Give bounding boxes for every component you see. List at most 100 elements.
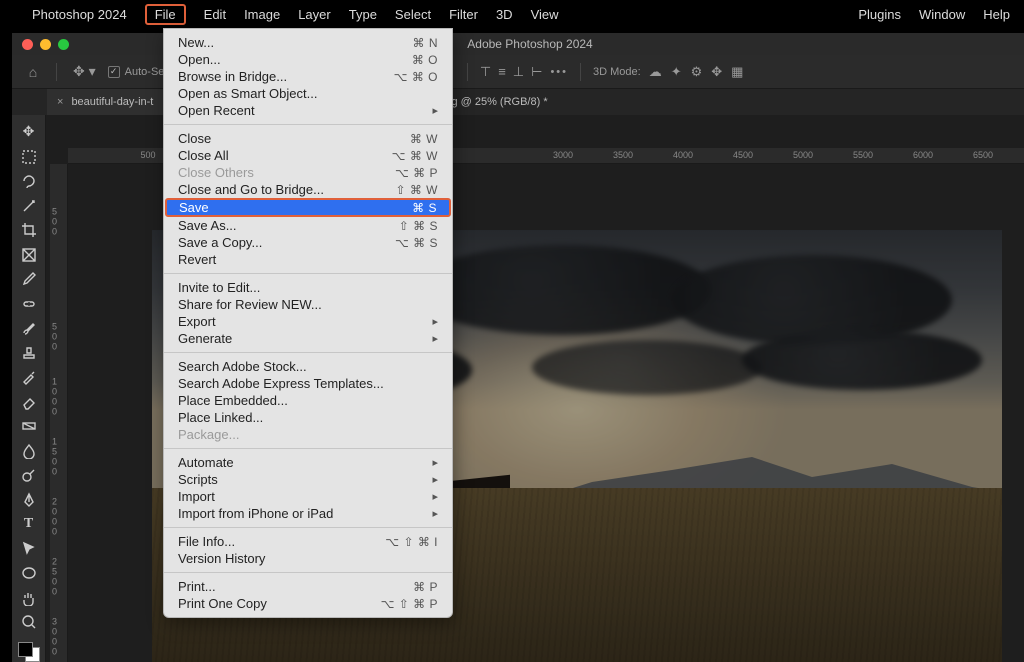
history-brush-tool[interactable] bbox=[16, 367, 42, 388]
menu-item-label: Generate bbox=[178, 331, 432, 346]
wand-tool[interactable] bbox=[16, 195, 42, 216]
ruler-tick: 0 bbox=[52, 468, 57, 477]
menu-item-print[interactable]: Print...⌘ P bbox=[164, 578, 452, 595]
menu-item-close[interactable]: Close⌘ W bbox=[164, 130, 452, 147]
menubar-item-image[interactable]: Image bbox=[244, 7, 280, 22]
menubar-app-name[interactable]: Photoshop 2024 bbox=[32, 7, 127, 22]
3d-camera-icon[interactable]: ▦ bbox=[731, 64, 743, 80]
menu-item-scripts[interactable]: Scripts▸ bbox=[164, 471, 452, 488]
submenu-arrow-icon: ▸ bbox=[432, 490, 438, 503]
lasso-tool[interactable] bbox=[16, 171, 42, 192]
move-tool-icon[interactable]: ✥ ▾ bbox=[69, 63, 100, 80]
menu-item-open-as-smart-object[interactable]: Open as Smart Object... bbox=[164, 85, 452, 102]
pen-tool[interactable] bbox=[16, 489, 42, 510]
frame-tool[interactable] bbox=[16, 244, 42, 265]
menu-item-save-as[interactable]: Save As...⇧ ⌘ S bbox=[164, 217, 452, 234]
stamp-tool[interactable] bbox=[16, 342, 42, 363]
menu-item-import-from-iphone-or-ipad[interactable]: Import from iPhone or iPad▸ bbox=[164, 505, 452, 522]
type-tool[interactable]: T bbox=[16, 514, 42, 535]
ruler-tick: 0 bbox=[52, 218, 57, 227]
ruler-tick: 5000 bbox=[793, 150, 813, 160]
align-vcenter-icon[interactable]: ≡ bbox=[498, 64, 506, 80]
document-tab[interactable]: × beautiful-day-in-t bbox=[47, 89, 163, 115]
menubar-item-help[interactable]: Help bbox=[983, 7, 1010, 22]
menu-item-generate[interactable]: Generate▸ bbox=[164, 330, 452, 347]
blur-tool[interactable] bbox=[16, 440, 42, 461]
menu-item-browse-in-bridge[interactable]: Browse in Bridge...⌥ ⌘ O bbox=[164, 68, 452, 85]
path-select-tool[interactable] bbox=[16, 538, 42, 559]
ruler-tick: 500 bbox=[140, 150, 155, 160]
hand-tool[interactable] bbox=[16, 587, 42, 608]
window-close-button[interactable] bbox=[22, 39, 33, 50]
menu-item-invite-to-edit[interactable]: Invite to Edit... bbox=[164, 279, 452, 296]
crop-tool[interactable] bbox=[16, 220, 42, 241]
more-options-icon[interactable]: ••• bbox=[550, 66, 568, 78]
menubar-item-edit[interactable]: Edit bbox=[204, 7, 226, 22]
menu-item-shortcut: ⌘ N bbox=[413, 36, 439, 50]
menu-item-close-and-go-to-bridge[interactable]: Close and Go to Bridge...⇧ ⌘ W bbox=[164, 181, 452, 198]
ruler-tick: 0 bbox=[52, 508, 57, 517]
3d-pan-icon[interactable]: ✥ bbox=[711, 64, 722, 80]
menu-item-save-a-copy[interactable]: Save a Copy...⌥ ⌘ S bbox=[164, 234, 452, 251]
menu-item-version-history[interactable]: Version History bbox=[164, 550, 452, 567]
menu-item-automate[interactable]: Automate▸ bbox=[164, 454, 452, 471]
move-tool[interactable]: ✥ bbox=[16, 121, 42, 142]
close-tab-icon[interactable]: × bbox=[57, 96, 63, 108]
menubar-item-3d[interactable]: 3D bbox=[496, 7, 513, 22]
window-maximize-button[interactable] bbox=[58, 39, 69, 50]
marquee-tool[interactable] bbox=[16, 146, 42, 167]
menubar-item-plugins[interactable]: Plugins bbox=[858, 7, 901, 22]
dodge-tool[interactable] bbox=[16, 465, 42, 486]
ruler-tick: 0 bbox=[52, 578, 57, 587]
brush-tool[interactable] bbox=[16, 318, 42, 339]
eraser-tool[interactable] bbox=[16, 391, 42, 412]
menubar-item-type[interactable]: Type bbox=[349, 7, 377, 22]
menu-item-open-recent[interactable]: Open Recent▸ bbox=[164, 102, 452, 119]
window-minimize-button[interactable] bbox=[40, 39, 51, 50]
3d-orbit-icon[interactable]: ☁ bbox=[649, 64, 662, 80]
3d-rotate-icon[interactable]: ✦ bbox=[671, 64, 682, 80]
ruler-tick: 0 bbox=[52, 228, 57, 237]
menu-item-label: Browse in Bridge... bbox=[178, 69, 394, 84]
menubar-item-filter[interactable]: Filter bbox=[449, 7, 478, 22]
shape-tool[interactable] bbox=[16, 563, 42, 584]
menubar-item-select[interactable]: Select bbox=[395, 7, 431, 22]
menubar-item-layer[interactable]: Layer bbox=[298, 7, 331, 22]
menubar-item-view[interactable]: View bbox=[531, 7, 559, 22]
menu-item-search-adobe-express-templates[interactable]: Search Adobe Express Templates... bbox=[164, 375, 452, 392]
heal-tool[interactable] bbox=[16, 293, 42, 314]
auto-select-checkbox[interactable]: ✓Auto-Sel bbox=[108, 66, 167, 78]
menu-item-share-for-review-new[interactable]: Share for Review NEW... bbox=[164, 296, 452, 313]
align-buttons[interactable]: ⊤ ≡ ⊥ ⊢ bbox=[480, 64, 543, 80]
color-swatch[interactable] bbox=[18, 642, 40, 662]
menu-item-close-all[interactable]: Close All⌥ ⌘ W bbox=[164, 147, 452, 164]
align-left-icon[interactable]: ⊢ bbox=[531, 64, 542, 80]
ruler-tick: 4000 bbox=[673, 150, 693, 160]
align-top-icon[interactable]: ⊤ bbox=[480, 64, 491, 80]
menu-item-file-info[interactable]: File Info...⌥ ⇧ ⌘ I bbox=[164, 533, 452, 550]
gradient-tool[interactable] bbox=[16, 416, 42, 437]
menu-item-save[interactable]: Save⌘ S bbox=[165, 198, 451, 217]
eyedropper-tool[interactable] bbox=[16, 269, 42, 290]
menu-item-new[interactable]: New...⌘ N bbox=[164, 34, 452, 51]
3d-scale-icon[interactable]: ⚙ bbox=[691, 64, 703, 80]
menu-item-print-one-copy[interactable]: Print One Copy⌥ ⇧ ⌘ P bbox=[164, 595, 452, 612]
home-icon[interactable]: ⌂ bbox=[22, 64, 44, 80]
menu-item-shortcut: ⌘ W bbox=[410, 132, 438, 146]
menu-item-open[interactable]: Open...⌘ O bbox=[164, 51, 452, 68]
zoom-tool[interactable] bbox=[16, 612, 42, 633]
menu-item-shortcut: ⌥ ⌘ O bbox=[394, 70, 438, 84]
menu-item-import[interactable]: Import▸ bbox=[164, 488, 452, 505]
menu-item-export[interactable]: Export▸ bbox=[164, 313, 452, 330]
align-bottom-icon[interactable]: ⊥ bbox=[513, 64, 524, 80]
menu-item-place-linked[interactable]: Place Linked... bbox=[164, 409, 452, 426]
menu-item-label: Import bbox=[178, 489, 432, 504]
menu-item-revert[interactable]: Revert bbox=[164, 251, 452, 268]
submenu-arrow-icon: ▸ bbox=[432, 507, 438, 520]
menubar-item-file[interactable]: File bbox=[145, 4, 186, 25]
menu-item-place-embedded[interactable]: Place Embedded... bbox=[164, 392, 452, 409]
menu-item-search-adobe-stock[interactable]: Search Adobe Stock... bbox=[164, 358, 452, 375]
menu-item-label: File Info... bbox=[178, 534, 385, 549]
menubar-item-window[interactable]: Window bbox=[919, 7, 965, 22]
ruler-tick: 5 bbox=[52, 323, 57, 332]
